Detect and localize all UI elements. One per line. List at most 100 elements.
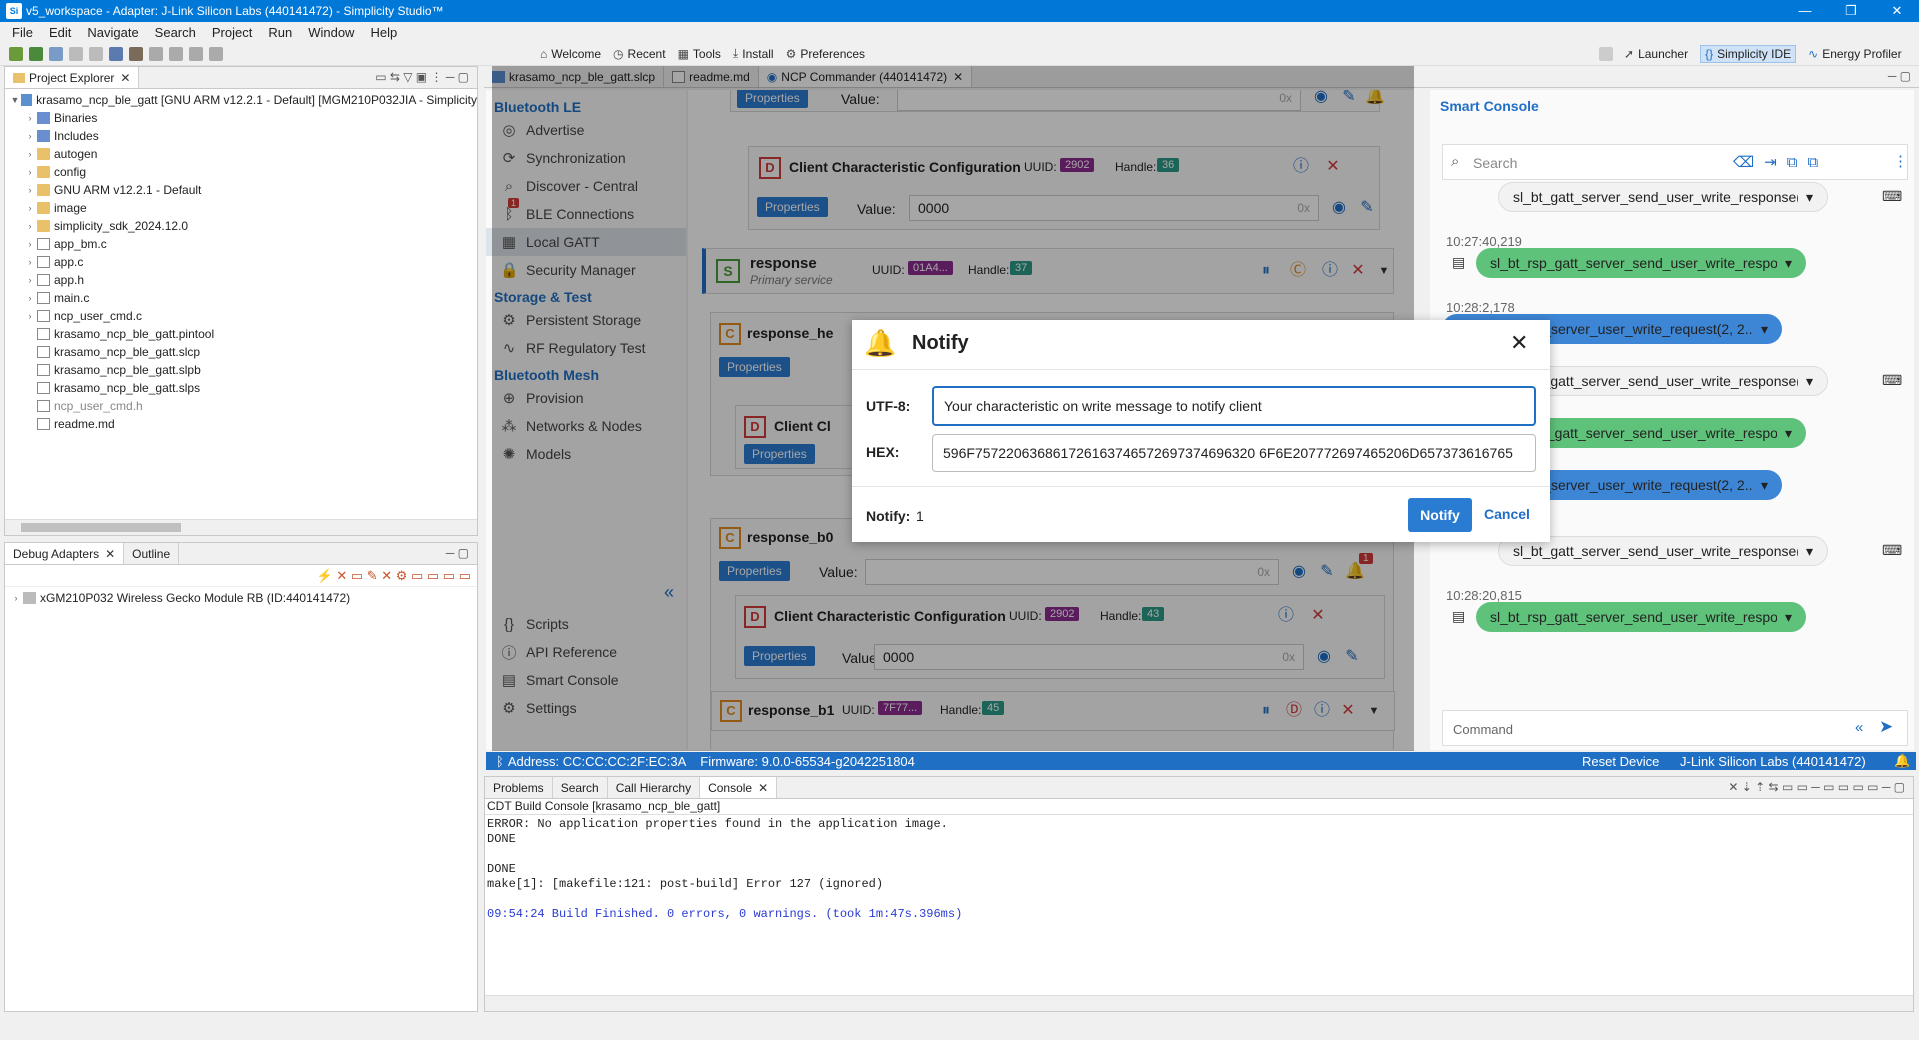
energy-profiler-button[interactable]: ∿ Energy Profiler bbox=[1808, 47, 1901, 61]
tab-outline[interactable]: Outline bbox=[124, 543, 180, 564]
chevron-right-icon[interactable]: › bbox=[23, 275, 37, 285]
close-icon[interactable]: ✕ bbox=[1874, 0, 1919, 22]
console-toolbar-icon[interactable]: ✕ ⇣ ⇡ ⇆ ▭ ▭ ─ ▭ ▭ ▭ ▭ ─ ▢ bbox=[1728, 780, 1905, 794]
cancel-button[interactable]: Cancel bbox=[1484, 506, 1530, 522]
reset-device-button[interactable]: Reset Device bbox=[1582, 754, 1659, 769]
close-icon[interactable]: ✕ bbox=[1510, 330, 1528, 356]
install-button[interactable]: ⤓ Install bbox=[733, 46, 774, 61]
tab-debug-adapters[interactable]: Debug Adapters ✕ bbox=[5, 543, 125, 564]
menu-navigate[interactable]: Navigate bbox=[79, 25, 146, 40]
console-scrollbar[interactable] bbox=[485, 995, 1913, 1011]
build-icon[interactable] bbox=[9, 46, 23, 61]
step-over-icon[interactable] bbox=[169, 46, 183, 61]
horizontal-scrollbar[interactable] bbox=[5, 519, 477, 535]
tree-item[interactable]: ncp_user_cmd.h bbox=[9, 397, 477, 415]
console-search-input[interactable]: Search bbox=[1473, 155, 1517, 171]
chevron-right-icon[interactable]: › bbox=[23, 167, 37, 177]
menu-edit[interactable]: Edit bbox=[41, 25, 79, 40]
minimize-icon[interactable]: ─ ▢ bbox=[446, 546, 469, 560]
preferences-button[interactable]: ⚙ Preferences bbox=[786, 47, 865, 61]
tree-item[interactable]: readme.md bbox=[9, 415, 477, 433]
maximize-icon[interactable]: ❐ bbox=[1828, 0, 1874, 22]
chevron-right-icon[interactable]: › bbox=[9, 593, 23, 603]
tree-item[interactable]: › image bbox=[9, 199, 477, 217]
tree-item[interactable]: › GNU ARM v12.2.1 - Default bbox=[9, 181, 477, 199]
close-icon[interactable]: ✕ bbox=[758, 781, 768, 795]
more-icon[interactable]: ⋮ bbox=[1893, 152, 1908, 170]
tree-item[interactable]: krasamo_ncp_ble_gatt.slps bbox=[9, 379, 477, 397]
chevron-down-icon[interactable]: ▾ bbox=[1777, 609, 1792, 626]
close-icon[interactable]: ✕ bbox=[120, 71, 130, 85]
utf8-input[interactable]: Your characteristic on write message to … bbox=[932, 386, 1536, 426]
menu-project[interactable]: Project bbox=[204, 25, 260, 40]
tree-item[interactable]: krasamo_ncp_ble_gatt.pintool bbox=[9, 325, 477, 343]
tree-item[interactable]: › app_bm.c bbox=[9, 235, 477, 253]
tree-item[interactable]: › simplicity_sdk_2024.12.0 bbox=[9, 217, 477, 235]
menu-window[interactable]: Window bbox=[300, 25, 362, 40]
forward-icon[interactable] bbox=[209, 46, 223, 61]
console-entry[interactable]: sl_bt_rsp_gatt_server_send_user_write_re… bbox=[1476, 602, 1806, 632]
send-icon[interactable]: ➤ bbox=[1879, 717, 1893, 737]
tree-item[interactable]: › main.c bbox=[9, 289, 477, 307]
chevron-down-icon[interactable]: ▾ bbox=[1798, 543, 1813, 560]
console-entry[interactable]: sl_bt_rsp_gatt_server_send_user_write_re… bbox=[1476, 248, 1806, 278]
chevron-down-icon[interactable]: ▼ bbox=[9, 95, 21, 105]
tab-console[interactable]: Console ✕ bbox=[700, 777, 778, 798]
chevron-right-icon[interactable]: › bbox=[23, 149, 37, 159]
new-icon[interactable] bbox=[49, 46, 63, 61]
bell-icon[interactable]: 🔔 bbox=[1894, 753, 1910, 769]
tree-item[interactable]: › app.c bbox=[9, 253, 477, 271]
console-tools-icon[interactable]: ⌫⇥⧉⧉ bbox=[1733, 153, 1828, 171]
launcher-button[interactable]: ➚ Launcher bbox=[1624, 47, 1688, 61]
step-icon[interactable] bbox=[149, 46, 163, 61]
close-icon[interactable]: ✕ bbox=[105, 547, 115, 561]
tree-item[interactable]: › Binaries bbox=[9, 109, 477, 127]
chevron-right-icon[interactable]: › bbox=[23, 257, 37, 267]
tree-item[interactable]: krasamo_ncp_ble_gatt.slpb bbox=[9, 361, 477, 379]
tab-problems[interactable]: Problems bbox=[485, 777, 553, 798]
minimize-icon[interactable]: — bbox=[1782, 0, 1828, 22]
save-all-icon[interactable] bbox=[89, 46, 103, 61]
history-icon[interactable]: « bbox=[1855, 719, 1863, 736]
open-perspective-icon[interactable] bbox=[1599, 47, 1613, 61]
menu-run[interactable]: Run bbox=[260, 25, 300, 40]
tools-button[interactable]: ▦ Tools bbox=[678, 47, 721, 61]
chevron-right-icon[interactable]: › bbox=[23, 293, 37, 303]
connect-icon[interactable]: ⚡ ✕ ▭ ✎ ✕ ⚙ ▭ ▭ ▭ ▭ bbox=[317, 568, 471, 584]
view-menu-icon[interactable]: ▭ ⇆ ▽ ▣ ⋮ ─ ▢ bbox=[375, 70, 469, 84]
maximize-icon[interactable]: ─ ▢ bbox=[1888, 69, 1911, 83]
chevron-right-icon[interactable]: › bbox=[23, 311, 37, 321]
tree-item[interactable]: › ncp_user_cmd.c bbox=[9, 307, 477, 325]
tab-search[interactable]: Search bbox=[553, 777, 608, 798]
chevron-right-icon[interactable]: › bbox=[23, 113, 37, 123]
menu-help[interactable]: Help bbox=[362, 25, 405, 40]
recent-button[interactable]: ◷ Recent bbox=[613, 47, 666, 61]
tree-item[interactable]: krasamo_ncp_ble_gatt.slcp bbox=[9, 343, 477, 361]
chevron-down-icon[interactable]: ▾ bbox=[1753, 477, 1768, 494]
console-entry[interactable]: sl_bt_gatt_server_send_user_write_respon… bbox=[1498, 182, 1828, 212]
chevron-down-icon[interactable]: ▾ bbox=[1777, 255, 1792, 272]
save-icon[interactable] bbox=[69, 46, 83, 61]
chevron-down-icon[interactable]: ▾ bbox=[1777, 425, 1792, 442]
chevron-right-icon[interactable]: › bbox=[23, 221, 37, 231]
chevron-right-icon[interactable]: › bbox=[23, 131, 37, 141]
tree-item[interactable]: › app.h bbox=[9, 271, 477, 289]
welcome-button[interactable]: ⌂ Welcome bbox=[540, 47, 601, 61]
chevron-down-icon[interactable]: ▾ bbox=[1798, 373, 1813, 390]
tab-call-hierarchy[interactable]: Call Hierarchy bbox=[608, 777, 701, 798]
tree-item[interactable]: › config bbox=[9, 163, 477, 181]
chevron-right-icon[interactable]: › bbox=[23, 239, 37, 249]
chevron-down-icon[interactable]: ▾ bbox=[1798, 189, 1813, 206]
notify-button[interactable]: Notify bbox=[1408, 498, 1472, 532]
adapter-row[interactable]: › xGM210P032 Wireless Gecko Module RB (ID… bbox=[5, 589, 477, 607]
hex-input[interactable]: 596F757220636861726163746572697374696320… bbox=[932, 434, 1536, 472]
chevron-down-icon[interactable]: ▾ bbox=[1753, 321, 1768, 338]
menu-file[interactable]: File bbox=[4, 25, 41, 40]
chevron-right-icon[interactable]: › bbox=[23, 185, 37, 195]
project-root[interactable]: ▼ krasamo_ncp_ble_gatt [GNU ARM v12.2.1 -… bbox=[9, 91, 477, 109]
flash-icon[interactable] bbox=[109, 46, 123, 61]
tab-project-explorer[interactable]: Project Explorer ✕ bbox=[5, 67, 140, 88]
menu-search[interactable]: Search bbox=[147, 25, 204, 40]
back-icon[interactable] bbox=[189, 46, 203, 61]
chevron-right-icon[interactable]: › bbox=[23, 203, 37, 213]
